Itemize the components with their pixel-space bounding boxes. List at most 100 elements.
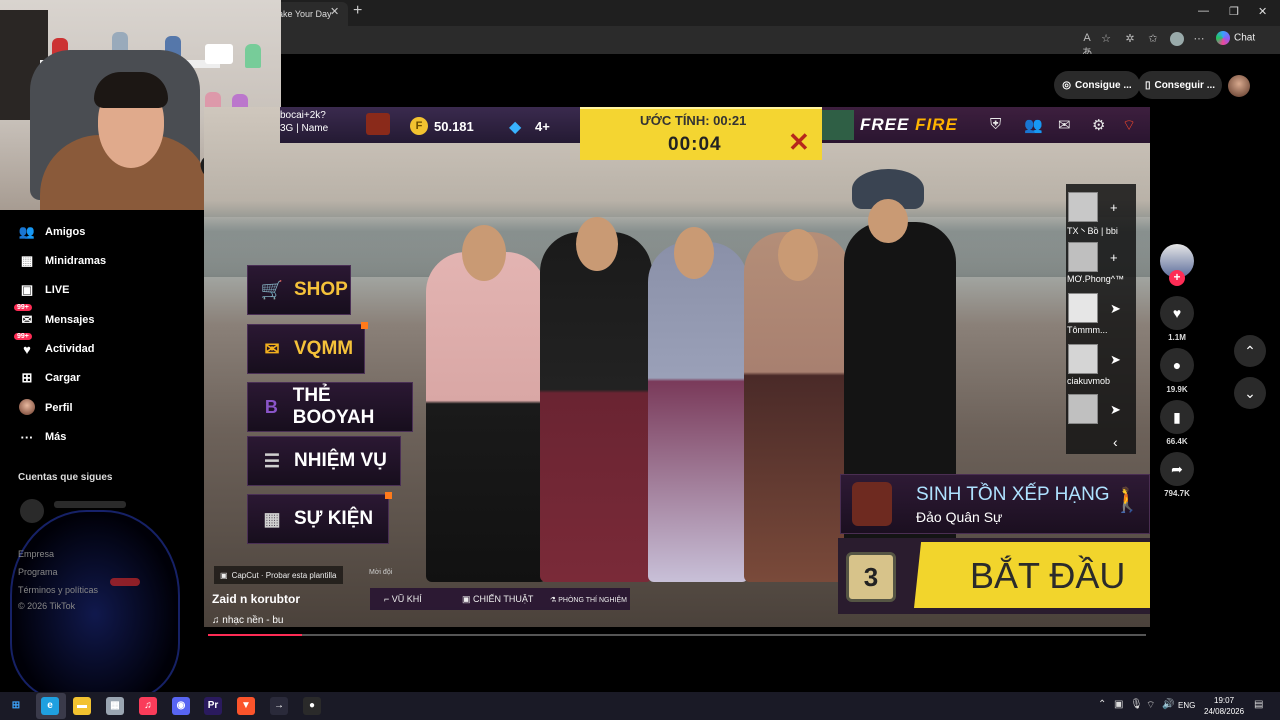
discord-icon[interactable]: ◉ <box>172 697 190 715</box>
restore-window-icon[interactable]: ❐ <box>1229 5 1239 18</box>
footer-link-terminos[interactable]: Términos y políticas <box>18 585 98 595</box>
game-menu-th-booyah-button[interactable]: B THẺ BOOYAH <box>247 382 413 432</box>
friend-avatar[interactable] <box>1068 394 1098 424</box>
microphone-tray-icon[interactable]: 🎙 <box>1130 699 1143 710</box>
calculator-icon[interactable]: ▦ <box>106 697 124 715</box>
tool-weapons[interactable]: ⌐ VŨ KHÍ <box>384 594 422 604</box>
friend-avatar[interactable] <box>1068 293 1098 323</box>
invite-icon[interactable]: ➤ <box>1110 352 1121 368</box>
music-app-icon[interactable]: ♫ <box>139 697 157 715</box>
friend-name: MƠ.Phong^™ <box>1067 274 1124 284</box>
sidebar-item-m-s[interactable]: ··· Más <box>18 427 67 447</box>
notifications-icon[interactable]: ▤ <box>1254 699 1263 710</box>
new-tab-icon[interactable]: + <box>353 2 362 20</box>
wifi-tray-icon[interactable]: ⌔ <box>1146 699 1155 712</box>
shield-icon[interactable]: ⛨ <box>990 116 1001 133</box>
close-window-icon[interactable]: ✕ <box>1258 5 1267 18</box>
capcut-template-link[interactable]: ▣ CapCut · Probar esta plantilla <box>214 566 343 584</box>
more-menu-icon[interactable]: ⋯ <box>1192 32 1206 46</box>
video-music[interactable]: ♫ nhạc nền - bu <box>212 615 283 626</box>
video-progress-track[interactable] <box>208 634 1146 636</box>
person-face <box>462 225 506 281</box>
sidebar-item-perfil[interactable]: Perfil <box>18 398 73 418</box>
footer-link-programa[interactable]: Programa <box>18 567 58 577</box>
live-icon: ▣ <box>20 282 34 297</box>
footer-link-empresa[interactable]: Empresa <box>18 549 54 559</box>
tray-chevron-icon[interactable]: ⌃ <box>1098 699 1106 710</box>
add-friend-icon[interactable]: + <box>1110 200 1118 215</box>
friends-icon[interactable]: 👥 <box>1024 116 1043 134</box>
tool-lab[interactable]: ⚗ PHÒNG THÍ NGHIỆM <box>550 596 627 604</box>
close-tab-icon[interactable]: ✕ <box>330 5 339 18</box>
windows-taskbar <box>0 692 1280 720</box>
tool-tactics[interactable]: ▣ CHIẾN THUẬT <box>462 594 533 605</box>
elapsed-time: 00:04 <box>668 134 722 155</box>
game-menu-shop-button[interactable]: 🛒 SHOP <box>247 265 351 315</box>
copilot-chat-button[interactable]: Chat <box>1216 31 1255 45</box>
extensions-icon[interactable]: ✲ <box>1123 32 1137 46</box>
save-button[interactable]: ▮ <box>1160 400 1194 434</box>
video-author[interactable]: Zaid n korubtor <box>212 592 300 606</box>
premiere-icon[interactable]: Pr <box>204 697 222 715</box>
chat-ticker: Mời đội <box>369 569 393 576</box>
get-coins-button[interactable]: ◎ Consigue ... <box>1054 71 1140 99</box>
previous-video-button[interactable]: ⌃ <box>1234 335 1266 367</box>
minimap-thumbnail[interactable] <box>822 110 854 140</box>
like-count: 1.1M <box>1168 333 1186 342</box>
game-menu-s-ki-n-button[interactable]: ▦ SỰ KIỆN <box>247 492 392 544</box>
activity-icon: ♥ <box>23 341 31 357</box>
favorites-list-icon[interactable]: ✩ <box>1146 32 1160 46</box>
like-button[interactable]: ♥ <box>1160 296 1194 330</box>
mail-icon[interactable]: ✉ <box>1058 116 1071 134</box>
estimated-time-label: ƯỚC TÍNH: 00:21 <box>640 113 747 128</box>
minimize-window-icon[interactable]: — <box>1198 5 1209 17</box>
invite-icon[interactable]: ➤ <box>1110 402 1121 418</box>
share-arrow-icon: ➦ <box>1171 461 1183 477</box>
share-button[interactable]: ➦ <box>1160 452 1194 486</box>
clock[interactable]: 19:07 24/08/2026 <box>1204 695 1244 717</box>
start-menu-icon[interactable]: ⊞ <box>7 697 25 715</box>
user-avatar[interactable] <box>1228 75 1250 97</box>
add-friend-icon[interactable]: + <box>1110 250 1118 265</box>
footer-copyright: © 2026 TikTok <box>18 601 76 611</box>
browser-profile-icon[interactable] <box>1170 32 1184 46</box>
rank-badge-icon[interactable] <box>366 113 390 135</box>
file-explorer-icon[interactable]: ▬ <box>73 697 91 715</box>
input-language[interactable]: ENG <box>1178 701 1195 710</box>
friend-avatar[interactable] <box>1068 242 1098 272</box>
diamond-balance[interactable]: 4+ <box>535 119 550 134</box>
following-avatar[interactable] <box>20 499 44 523</box>
next-video-button[interactable]: ⌄ <box>1234 377 1266 409</box>
comment-button[interactable]: ● <box>1160 348 1194 382</box>
sidebar-item-amigos[interactable]: 👥 Amigos <box>18 222 85 242</box>
get-app-button[interactable]: ▯ Conseguir ... <box>1138 71 1222 99</box>
sidebar-item-cargar[interactable]: ⊞ Cargar <box>18 368 81 388</box>
sidebar-item-mensajes[interactable]: ✉ 99+ Mensajes <box>14 304 95 330</box>
film-icon: ▦ <box>20 253 34 268</box>
follow-plus-icon[interactable]: + <box>1169 270 1185 286</box>
game-mode-title: SINH TỒN XẾP HẠNG <box>916 484 1110 505</box>
tray-app-icon[interactable]: ▣ <box>1114 699 1123 710</box>
dice-icon[interactable]: 3 <box>846 552 896 602</box>
collapse-panel-icon[interactable]: ‹ <box>1113 434 1118 450</box>
browser-edge-icon[interactable]: e <box>41 697 59 715</box>
sidebar-item-minidramas[interactable]: ▦ Minidramas <box>18 251 106 271</box>
friend-avatar[interactable] <box>1068 192 1098 222</box>
volume-tray-icon[interactable]: 🔊 <box>1162 699 1174 710</box>
obs-icon[interactable]: ● <box>303 697 321 715</box>
arrow-app-icon[interactable]: → <box>270 697 288 715</box>
game-menu-nhi-m-v--button[interactable]: ☰ NHIỆM VỤ <box>247 436 401 486</box>
game-menu-vqmm-button[interactable]: ✉ VQMM <box>247 322 368 374</box>
invite-icon[interactable]: ➤ <box>1110 301 1121 317</box>
translate-icon[interactable]: Aあ <box>1080 32 1094 59</box>
player-name[interactable]: bocai+2k? 3G | Name <box>280 109 328 135</box>
brave-icon[interactable]: ▼ <box>237 697 255 715</box>
favorite-star-icon[interactable]: ☆ <box>1099 32 1113 46</box>
settings-gear-icon[interactable]: ⚙ <box>1092 116 1105 134</box>
cancel-matchmaking-icon[interactable]: ✕ <box>788 127 810 158</box>
sidebar-item-live[interactable]: ▣ LIVE <box>18 280 70 300</box>
friend-avatar[interactable] <box>1068 344 1098 374</box>
capcut-icon: ▣ <box>220 570 228 580</box>
sidebar-item-actividad[interactable]: ♥ 99+ Actividad <box>14 333 95 359</box>
free-fire-logo: FREE FIRE <box>860 115 958 134</box>
